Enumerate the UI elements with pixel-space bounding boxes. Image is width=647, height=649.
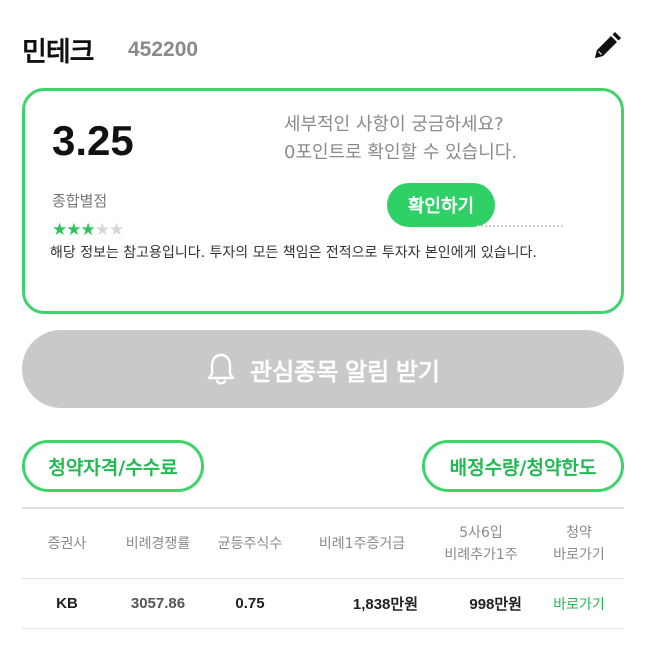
column-header-ratio: 비례경쟁률 <box>125 535 191 552</box>
detail-prompt-line1: 세부적인 사항이 궁금하세요? <box>284 114 504 135</box>
star-empty-icon: ★ <box>109 220 124 240</box>
column-header-margin: 비례1주증거금 <box>318 535 406 552</box>
stock-name: 민테크 <box>22 37 95 68</box>
column-header-equal-shares: 균등주식수 <box>217 535 283 552</box>
cell-broker: KB <box>56 595 78 612</box>
allocation-limit-button[interactable]: 배정수량/청약한도 <box>422 440 624 492</box>
check-button[interactable]: 확인하기 <box>387 183 495 227</box>
column-header-extra-share: 5사6입 비례추가1주 <box>444 524 518 563</box>
disclaimer-text: 해당 정보는 참고용입니다. 투자의 모든 책임은 전적으로 투자자 본인에게 … <box>50 245 537 261</box>
watchlist-alert-label: 관심종목 알림 받기 <box>250 358 440 386</box>
stock-code: 452200 <box>128 38 199 61</box>
cell-extra-share: 998만원 <box>469 596 522 613</box>
star-filled-icon: ★ <box>52 220 67 240</box>
star-empty-icon: ★ <box>94 220 110 240</box>
watchlist-alert-button[interactable]: 관심종목 알림 받기 <box>22 330 624 408</box>
column-header-go: 청약 바로가기 <box>553 524 605 563</box>
bell-icon <box>206 352 236 386</box>
eligibility-fee-button[interactable]: 청약자격/수수료 <box>22 440 204 492</box>
detail-prompt: 세부적인 사항이 궁금하세요? 0포인트로 확인할 수 있습니다. <box>284 111 604 167</box>
score-value: 3.25 <box>52 117 134 164</box>
table-header: 증권사 비례경쟁률 균등주식수 비례1주증거금 5사6입 비례추가1주 청약 바로가… <box>22 509 624 579</box>
table-row: KB 3057.86 0.75 1,838만원 998만원 바로가기 <box>22 579 624 629</box>
cell-margin: 1,838만원 <box>352 596 418 613</box>
star-filled-icon: ★ <box>80 220 96 240</box>
star-rating: ★★★★★ <box>52 220 124 240</box>
cell-equal-shares: 0.75 <box>235 595 265 612</box>
go-link[interactable]: 바로가기 <box>534 594 624 614</box>
subscription-table: 증권사 비례경쟁률 균등주식수 비례1주증거금 5사6입 비례추가1주 청약 바로가… <box>22 507 624 629</box>
edit-button[interactable] <box>589 28 625 64</box>
score-label: 종합별점 <box>52 192 108 210</box>
star-filled-icon: ★ <box>66 220 81 240</box>
detail-prompt-line2: 0포인트로 확인할 수 있습니다. <box>284 142 518 163</box>
cell-ratio: 3057.86 <box>130 595 186 612</box>
pencil-icon <box>595 32 621 58</box>
dotted-divider <box>477 225 563 233</box>
stock-header: 민테크 452200 <box>22 28 625 72</box>
score-card: 3.25 종합별점 ★★★★★ 세부적인 사항이 궁금하세요? 0포인트로 확인… <box>22 88 624 314</box>
column-header-broker: 증권사 <box>47 535 87 552</box>
